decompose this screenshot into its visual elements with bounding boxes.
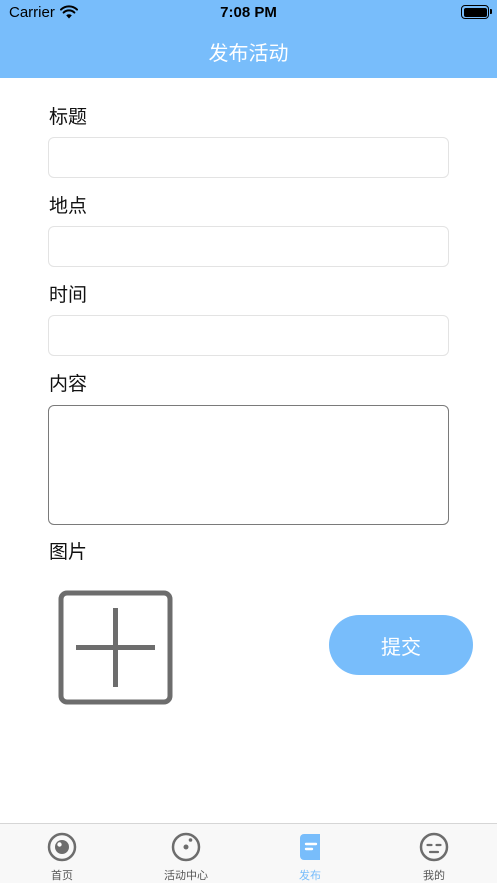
title-input[interactable] — [48, 137, 449, 178]
tab-profile[interactable]: 我的 — [372, 824, 496, 883]
tab-home[interactable]: 首页 — [0, 824, 124, 883]
submit-button[interactable]: 提交 — [329, 615, 473, 675]
tab-activity-center[interactable]: 活动中心 — [124, 824, 248, 883]
publish-icon — [300, 834, 320, 860]
time-label: 时间 — [49, 284, 88, 306]
images-label: 图片 — [49, 541, 88, 563]
status-bar: Carrier 7:08 PM — [0, 0, 497, 26]
tab-label-profile: 我的 — [423, 869, 445, 882]
location-label: 地点 — [49, 195, 88, 217]
content-label: 内容 — [49, 373, 88, 395]
location-input[interactable] — [48, 226, 449, 267]
title-label: 标题 — [49, 106, 88, 128]
compass-icon — [171, 832, 201, 862]
time-input[interactable] — [48, 315, 449, 356]
tab-label-activity-center: 活动中心 — [164, 869, 208, 882]
home-icon — [47, 832, 77, 862]
tab-publish[interactable]: 发布 — [248, 824, 372, 883]
tab-label-home: 首页 — [51, 869, 73, 882]
tab-label-publish: 发布 — [299, 869, 321, 882]
tab-bar: 首页 活动中心 发布 我的 — [0, 823, 497, 883]
add-image-button[interactable] — [58, 590, 173, 705]
battery-cap — [490, 9, 492, 14]
page-title: 发布活动 — [208, 41, 289, 65]
navigation-bar: 发布活动 — [0, 26, 497, 78]
content-textarea[interactable] — [48, 405, 449, 525]
status-time: 7:08 PM — [220, 4, 277, 21]
battery-icon — [461, 5, 489, 19]
profile-icon — [419, 832, 449, 862]
